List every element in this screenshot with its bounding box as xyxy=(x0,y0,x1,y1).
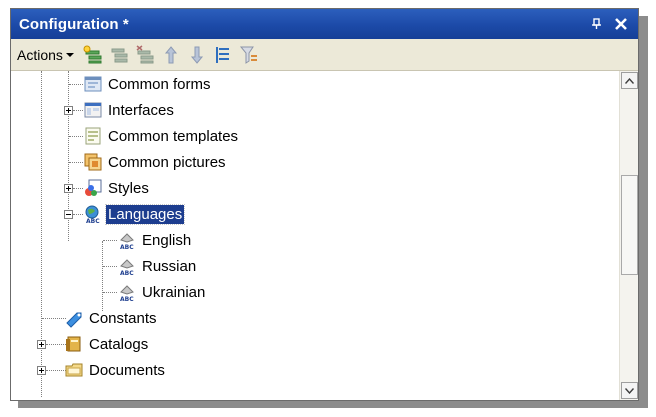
common-forms-icon xyxy=(83,74,103,94)
title-bar: Configuration * xyxy=(11,9,638,39)
tree-item-label: English xyxy=(142,231,192,249)
tree-item-english[interactable]: ABC English xyxy=(117,227,193,253)
tree-item-label: Catalogs xyxy=(89,335,149,353)
tree-item-interfaces[interactable]: Interfaces xyxy=(83,97,176,123)
styles-icon xyxy=(83,178,103,198)
tree-item-label: Constants xyxy=(89,309,157,327)
tree-item-common-pictures[interactable]: Common pictures xyxy=(83,149,228,175)
expand-toggle[interactable] xyxy=(64,184,73,193)
languages-icon: ABC xyxy=(83,204,103,225)
documents-icon xyxy=(64,360,84,380)
svg-text:ABC: ABC xyxy=(86,218,100,224)
expand-toggle[interactable] xyxy=(37,366,46,375)
tree-item-label: Interfaces xyxy=(108,101,174,119)
toolbar: Actions xyxy=(11,39,638,71)
delete-item-icon[interactable] xyxy=(134,44,156,66)
tree-item-languages[interactable]: ABC Languages xyxy=(83,201,186,227)
chevron-down-icon xyxy=(65,52,74,57)
svg-text:ABC: ABC xyxy=(120,296,134,302)
language-icon: ABC xyxy=(117,230,137,251)
close-icon[interactable] xyxy=(612,15,630,33)
svg-text:ABC: ABC xyxy=(120,244,134,250)
sort-icon[interactable] xyxy=(212,44,234,66)
tree-item-constants[interactable]: Constants xyxy=(64,305,159,331)
pin-icon[interactable] xyxy=(588,15,606,33)
tree-item-label: Common forms xyxy=(108,75,211,93)
language-icon: ABC xyxy=(117,256,137,277)
constants-icon xyxy=(64,308,84,328)
tree-item-styles[interactable]: Styles xyxy=(83,175,151,201)
window-title: Configuration * xyxy=(19,15,129,33)
scroll-up-button[interactable] xyxy=(621,72,638,89)
tree-item-common-templates[interactable]: Common templates xyxy=(83,123,240,149)
tree-item-label: Russian xyxy=(142,257,197,275)
svg-text:ABC: ABC xyxy=(120,270,134,276)
language-icon: ABC xyxy=(117,282,137,303)
expand-toggle[interactable] xyxy=(64,106,73,115)
scroll-down-button[interactable] xyxy=(621,382,638,399)
tree-item-label: Languages xyxy=(104,203,186,225)
actions-label: Actions xyxy=(17,46,63,63)
add-subitem-icon[interactable] xyxy=(108,44,130,66)
tree-item-russian[interactable]: ABC Russian xyxy=(117,253,198,279)
common-pictures-icon xyxy=(83,152,103,172)
expand-toggle[interactable] xyxy=(37,340,46,349)
interfaces-icon xyxy=(83,100,103,120)
move-down-icon[interactable] xyxy=(186,44,208,66)
common-templates-icon xyxy=(83,126,103,146)
move-up-icon[interactable] xyxy=(160,44,182,66)
tree-item-ukrainian[interactable]: ABC Ukrainian xyxy=(117,279,207,305)
scroll-thumb[interactable] xyxy=(621,175,638,275)
tree-item-label: Common pictures xyxy=(108,153,226,171)
tree-item-label: Documents xyxy=(89,361,165,379)
filter-tree-icon[interactable] xyxy=(238,44,260,66)
configuration-tree: Common forms Interfaces Common templates… xyxy=(11,71,619,400)
add-item-icon[interactable] xyxy=(82,44,104,66)
configuration-window: Configuration * Actions Common forms Int… xyxy=(10,8,639,401)
tree-item-label: Common templates xyxy=(108,127,239,145)
vertical-scrollbar[interactable] xyxy=(619,71,638,400)
tree-item-common-forms[interactable]: Common forms xyxy=(83,71,213,97)
tree-item-documents[interactable]: Documents xyxy=(64,357,167,383)
tree-item-label: Styles xyxy=(108,179,149,197)
tree-item-catalogs[interactable]: Catalogs xyxy=(64,331,150,357)
actions-menu-button[interactable]: Actions xyxy=(15,45,76,65)
catalogs-icon xyxy=(64,334,84,354)
tree-line xyxy=(102,241,103,311)
collapse-toggle[interactable] xyxy=(64,210,73,219)
tree-item-label: Ukrainian xyxy=(142,283,206,301)
